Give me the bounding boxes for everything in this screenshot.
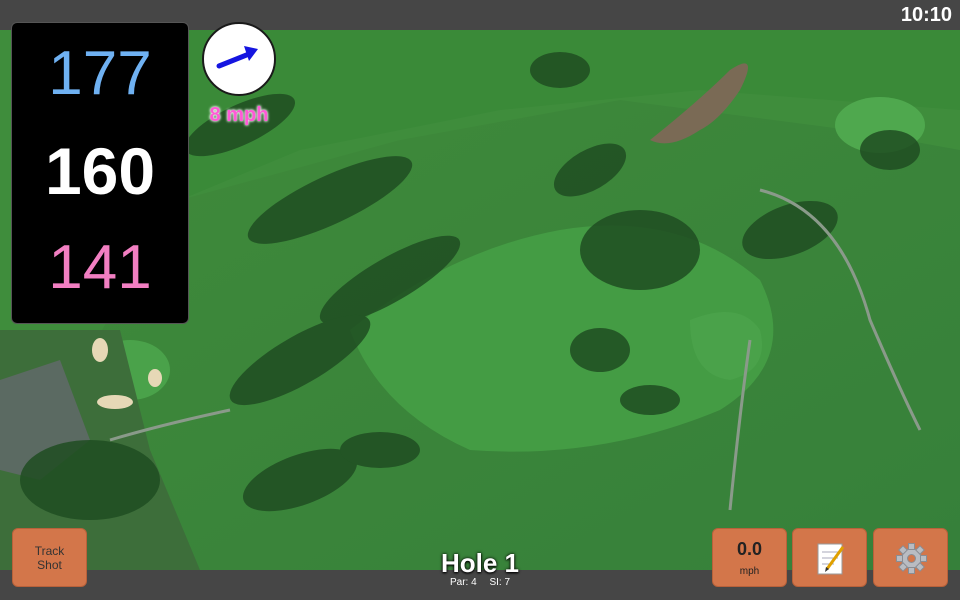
wind-speed: 8 mph [209,104,269,126]
middle-yardage: 160 [44,134,156,208]
gear-icon [896,543,927,574]
speed-value: 0.0 [736,539,763,559]
stroke-index-label: SI: 7 [489,577,511,588]
clock: 10:10 [900,4,952,26]
notes-button[interactable] [792,528,867,587]
yardage-panel: 177 160 141 [11,22,189,324]
track-shot-label: Track Shot [34,543,65,572]
back-yardage: 177 [48,39,152,108]
par-label: Par: 4 [449,577,477,588]
hole-info: Par: 4 SI: 7 [380,577,580,588]
speed-button[interactable]: 0.0 mph [712,528,787,587]
speed-unit: mph [739,566,760,577]
arrow-icon [216,46,258,69]
notepad-icon [817,543,845,575]
front-yardage: 141 [48,233,152,302]
track-shot-button[interactable]: Track Shot [12,528,87,587]
settings-button[interactable] [873,528,948,587]
hole-title: Hole 1 [440,548,520,578]
wind-indicator [202,22,276,96]
